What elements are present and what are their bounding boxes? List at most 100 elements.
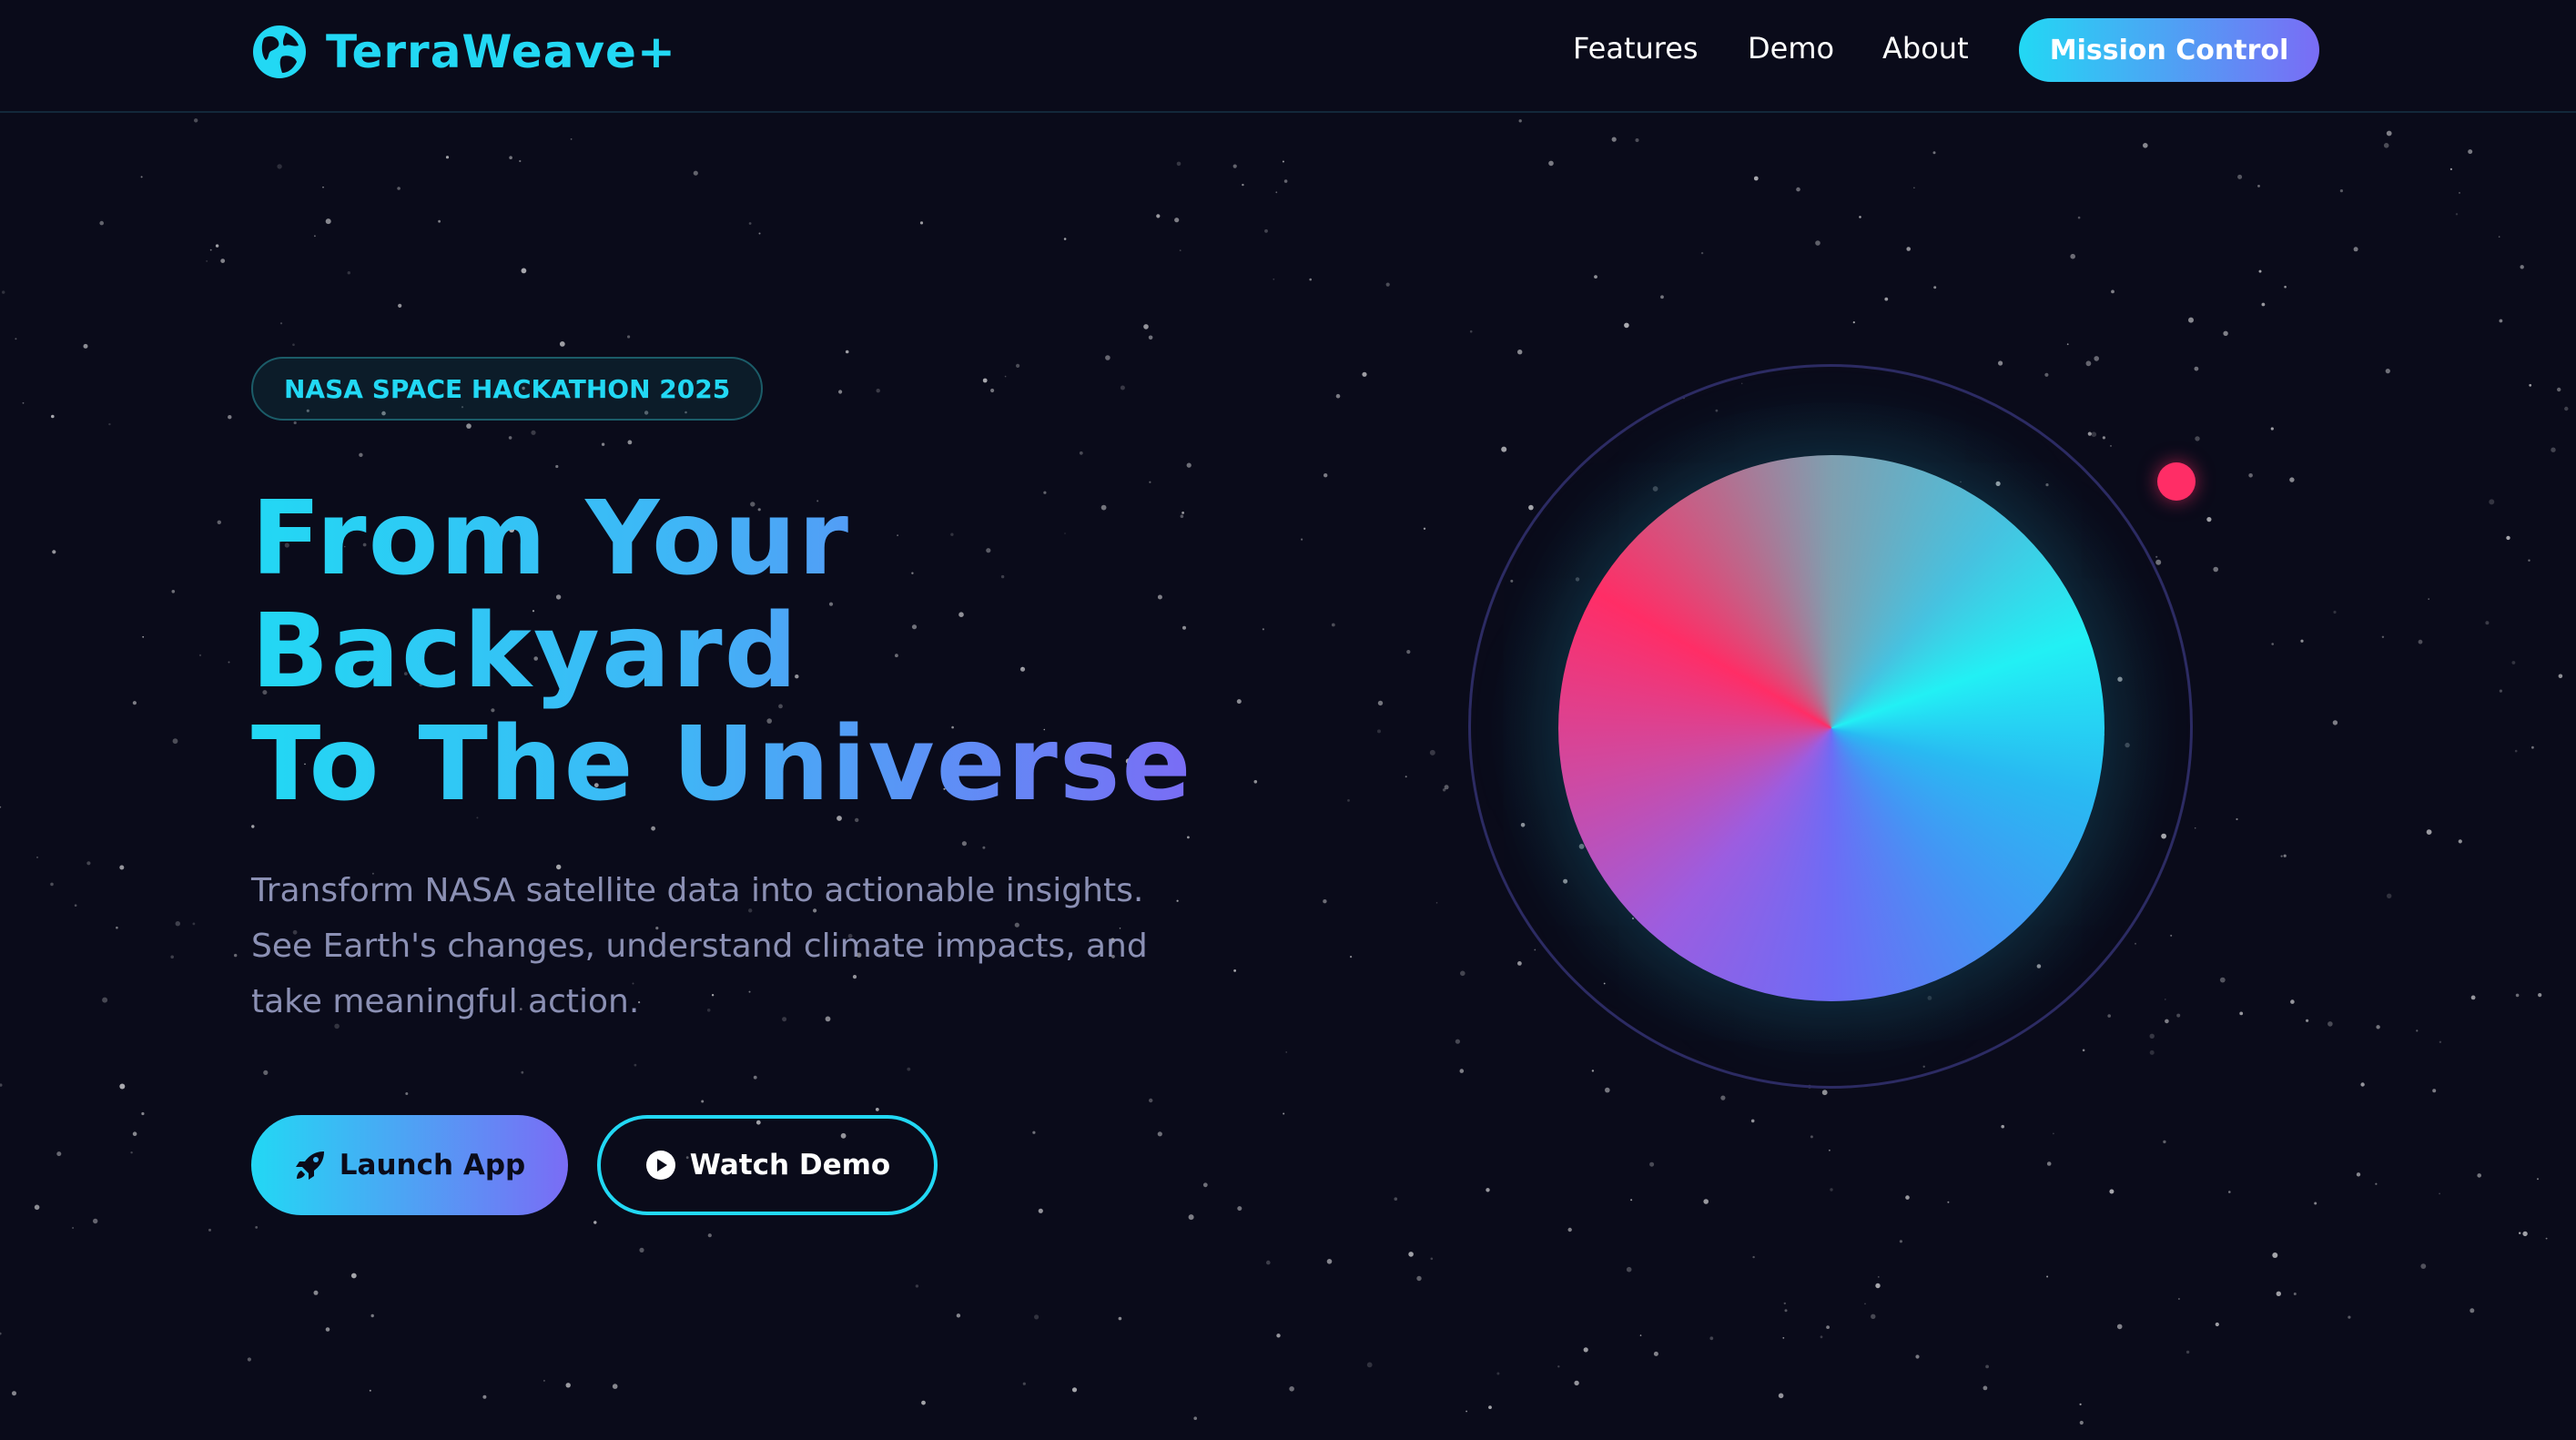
star <box>1455 1039 1460 1044</box>
star <box>292 343 295 347</box>
star <box>15 338 17 340</box>
star <box>370 1313 374 1318</box>
star <box>1366 1362 1373 1368</box>
star <box>2531 745 2534 749</box>
star <box>919 221 924 225</box>
hero-title-line-2: Backyard <box>251 593 799 711</box>
star <box>2420 1263 2427 1269</box>
hero-description-line-2: See Earth's changes, understand climate … <box>251 928 1148 965</box>
star <box>1148 335 1153 340</box>
star <box>707 1233 712 1238</box>
star <box>2213 566 2218 573</box>
star <box>1188 1214 1194 1221</box>
star <box>2514 749 2518 753</box>
star <box>1143 324 1149 330</box>
star <box>509 156 512 159</box>
star <box>1022 1382 1026 1385</box>
star <box>2432 1089 2437 1093</box>
star <box>2283 854 2287 857</box>
star <box>1583 1347 1588 1353</box>
star <box>2564 406 2569 411</box>
star <box>1829 1149 1831 1151</box>
star <box>0 1332 2 1335</box>
star <box>1423 527 1426 530</box>
star <box>748 222 752 225</box>
star <box>2109 1189 2115 1194</box>
star <box>2044 372 2049 377</box>
star <box>1501 446 1507 452</box>
star <box>12 1391 16 1396</box>
star <box>531 430 536 435</box>
mission-control-button[interactable]: Mission Control <box>2019 18 2319 82</box>
star <box>1285 1051 1287 1053</box>
star <box>1624 322 1629 329</box>
star <box>215 244 219 248</box>
star <box>2339 189 2343 193</box>
star <box>1859 216 1861 218</box>
star <box>651 826 655 831</box>
star <box>2470 995 2476 1000</box>
star <box>2228 1191 2231 1193</box>
star <box>1377 700 1384 706</box>
watch-demo-button[interactable]: Watch Demo <box>597 1115 938 1215</box>
star <box>921 1400 926 1405</box>
star <box>2498 236 2500 238</box>
star <box>2 290 5 294</box>
star <box>1176 899 1179 902</box>
star <box>2519 1232 2521 1234</box>
nav-link-demo[interactable]: Demo <box>1748 31 1834 66</box>
star <box>1518 119 1522 123</box>
star <box>445 156 450 159</box>
star <box>2558 674 2563 679</box>
star <box>1157 1131 1162 1137</box>
star <box>2143 143 2148 148</box>
orbiting-satellite-dot <box>2157 462 2196 501</box>
star <box>1884 297 1889 301</box>
star <box>2270 427 2274 431</box>
star <box>1877 1276 1880 1278</box>
star <box>1071 1387 1078 1393</box>
star <box>2520 265 2524 269</box>
star <box>2053 1132 2054 1135</box>
star <box>1233 969 1236 972</box>
star <box>2149 1050 2155 1055</box>
star <box>1323 473 1328 478</box>
star <box>2290 999 2295 1004</box>
star <box>2248 473 2253 478</box>
globe-icon <box>253 25 306 78</box>
star <box>2046 1161 2052 1166</box>
star <box>192 922 196 926</box>
star <box>2155 555 2158 558</box>
star <box>405 1092 409 1095</box>
star <box>2477 1173 2481 1178</box>
star <box>132 701 137 705</box>
star <box>350 1273 357 1279</box>
star <box>1187 836 1190 839</box>
star <box>2176 1013 2181 1018</box>
star <box>2239 1011 2244 1016</box>
brand-logo[interactable]: TerraWeave+ <box>251 20 676 84</box>
nav-link-about[interactable]: About <box>1882 31 1969 66</box>
star <box>1179 249 1182 251</box>
star <box>1309 278 1312 281</box>
nav-link-features[interactable]: Features <box>1573 31 1699 66</box>
star <box>141 1111 145 1116</box>
star <box>2314 1202 2317 1205</box>
star <box>1753 176 1759 181</box>
star <box>1720 1095 1726 1100</box>
star <box>2418 639 2423 644</box>
hero-title-line-1: From Your <box>251 480 850 598</box>
star <box>1750 1119 1755 1123</box>
star <box>1273 278 1275 280</box>
star <box>398 303 402 308</box>
star <box>0 1083 3 1087</box>
star <box>1574 1380 1579 1386</box>
star <box>1933 286 1937 289</box>
star <box>2188 317 2194 323</box>
star <box>1820 1335 1823 1339</box>
star <box>570 138 573 140</box>
star <box>601 442 605 446</box>
launch-app-button[interactable]: Launch App <box>251 1115 568 1215</box>
star <box>2439 1040 2442 1044</box>
rocket-icon <box>295 1151 324 1180</box>
